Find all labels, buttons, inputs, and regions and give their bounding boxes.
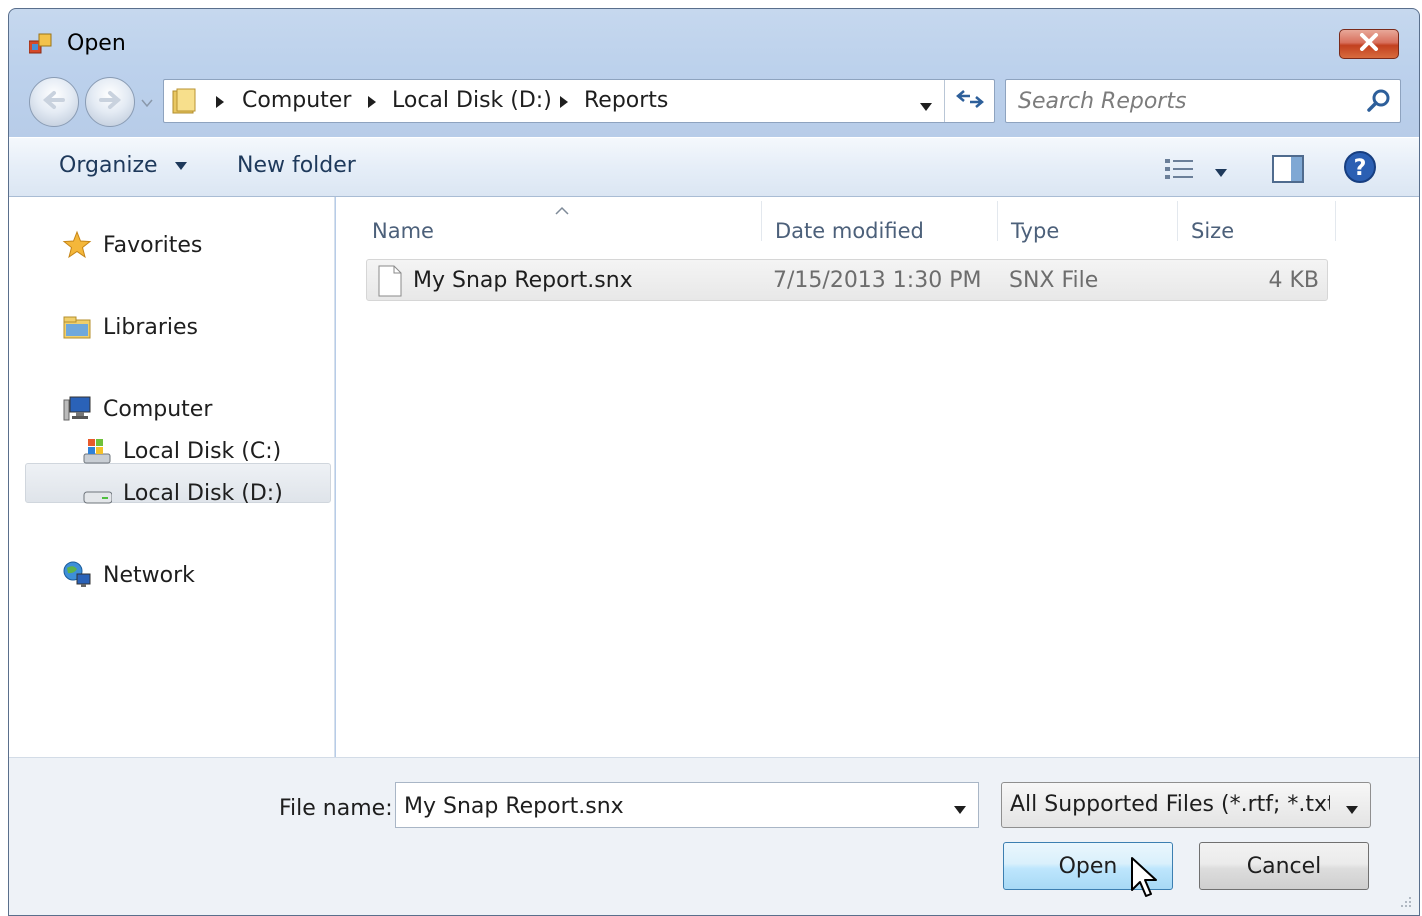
dialog-footer: File name: All Supported Files (*.rtf; *… (9, 757, 1419, 915)
sidebar-item-label: Local Disk (D:) (123, 480, 283, 506)
preview-pane-icon[interactable] (1271, 154, 1305, 184)
file-type-filter-value: All Supported Files (*.rtf; *.txt; * (1010, 792, 1330, 817)
open-dialog: Open Computer Local Disk (D:) Reports Se… (8, 8, 1420, 916)
command-toolbar: Organize New folder ? (9, 137, 1419, 197)
sidebar-item-label: Local Disk (C:) (123, 438, 282, 464)
sidebar-item-libraries[interactable]: Libraries (61, 307, 198, 347)
mouse-cursor-icon (1130, 856, 1160, 900)
new-folder-button[interactable]: New folder (237, 153, 356, 178)
forward-button[interactable] (85, 77, 135, 127)
breadcrumb-computer[interactable]: Computer (242, 88, 351, 113)
title-bar[interactable]: Open (9, 9, 1419, 79)
close-icon (1358, 33, 1380, 55)
address-bar[interactable]: Computer Local Disk (D:) Reports (163, 79, 995, 123)
breadcrumb-arrow-icon[interactable] (366, 94, 378, 108)
navigation-pane: Favorites Libraries Computer Local Disk … (9, 197, 335, 757)
change-view-icon[interactable] (1163, 156, 1197, 182)
views-dropdown-icon[interactable] (1213, 164, 1229, 177)
resize-grip-icon[interactable] (1397, 893, 1413, 909)
column-header-type[interactable]: Type (1011, 219, 1059, 243)
network-icon (61, 559, 93, 591)
file-name-combo[interactable] (395, 782, 979, 828)
search-icon[interactable] (1366, 88, 1392, 114)
column-header-name[interactable]: Name (372, 219, 434, 243)
column-header-date-modified[interactable]: Date modified (775, 219, 924, 243)
sidebar-item-label: Network (103, 562, 195, 588)
file-name-field[interactable] (402, 791, 932, 821)
file-icon (377, 265, 403, 297)
breadcrumb-arrow-icon[interactable] (214, 94, 226, 108)
forward-arrow-icon (98, 90, 122, 114)
sidebar-item-local-disk-c[interactable]: Local Disk (C:) (81, 431, 281, 471)
chevron-down-icon[interactable] (952, 801, 968, 814)
refresh-icon (955, 87, 985, 115)
divider (944, 80, 945, 122)
folder-icon (170, 86, 200, 116)
file-size: 4 KB (1268, 268, 1319, 293)
file-date-modified: 7/15/2013 1:30 PM (773, 268, 982, 293)
sidebar-item-label: Libraries (103, 314, 199, 340)
refresh-button[interactable] (948, 84, 992, 118)
recent-pages-chevron-icon[interactable] (139, 95, 155, 111)
drive-d-icon (81, 477, 113, 509)
column-divider[interactable] (1335, 201, 1336, 241)
file-list: Name Date modified Type Size My Snap Rep… (336, 197, 1419, 757)
file-type: SNX File (1009, 268, 1099, 293)
address-dropdown-icon[interactable] (918, 98, 934, 111)
sidebar-item-label: Computer (103, 396, 213, 422)
sidebar-item-favorites[interactable]: Favorites (61, 225, 202, 265)
computer-icon (61, 393, 93, 425)
breadcrumb-reports[interactable]: Reports (584, 88, 668, 113)
window-title: Open (67, 31, 126, 56)
back-arrow-icon (42, 90, 66, 114)
drive-c-icon (81, 435, 113, 467)
sidebar-item-local-disk-d[interactable]: Local Disk (D:) (81, 473, 283, 513)
organize-menu[interactable]: Organize (59, 153, 189, 178)
close-button[interactable] (1339, 29, 1399, 59)
column-divider[interactable] (997, 201, 998, 241)
column-divider[interactable] (1177, 201, 1178, 241)
star-icon (61, 229, 93, 261)
search-input[interactable] (1016, 86, 1356, 116)
back-button[interactable] (29, 77, 79, 127)
help-icon[interactable]: ? (1343, 150, 1377, 184)
column-header-size[interactable]: Size (1191, 219, 1234, 243)
chevron-down-icon[interactable] (1344, 801, 1360, 814)
svg-text:?: ? (1354, 156, 1367, 181)
sidebar-item-label: Favorites (103, 232, 203, 258)
file-type-filter[interactable]: All Supported Files (*.rtf; *.txt; * (1001, 782, 1371, 828)
breadcrumb-arrow-icon[interactable] (558, 94, 570, 108)
sidebar-item-network[interactable]: Network (61, 555, 195, 595)
breadcrumb-local-disk-d[interactable]: Local Disk (D:) (392, 88, 552, 113)
file-name: My Snap Report.snx (413, 268, 633, 293)
sidebar-item-computer[interactable]: Computer (61, 389, 212, 429)
app-icon (28, 33, 53, 55)
chevron-down-icon (174, 162, 187, 170)
organize-label: Organize (59, 153, 158, 178)
cancel-button[interactable]: Cancel (1199, 842, 1369, 890)
file-name-label: File name: (279, 796, 393, 821)
libraries-icon (61, 311, 93, 343)
table-row[interactable]: My Snap Report.snx 7/15/2013 1:30 PM SNX… (366, 259, 1328, 301)
column-divider[interactable] (761, 201, 762, 241)
search-box[interactable] (1005, 79, 1401, 123)
sort-ascending-icon (554, 201, 570, 215)
